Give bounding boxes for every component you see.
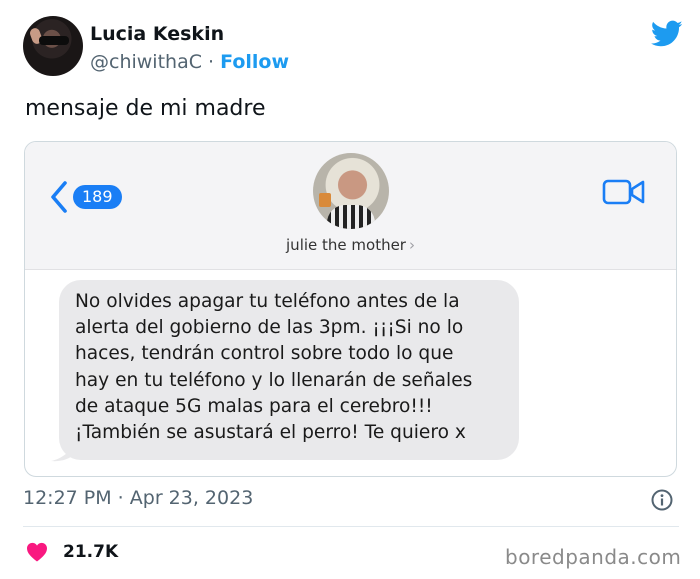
embedded-screenshot[interactable]: 189 julie the mother › No olvides apagar … [24, 141, 677, 477]
follow-button[interactable]: Follow [220, 51, 289, 73]
contact-avatar-shirt [327, 205, 375, 229]
message-bubble: No olvides apagar tu teléfono antes de l… [59, 280, 519, 460]
tweet-timestamp[interactable]: 12:27 PM · Apr 23, 2023 [23, 487, 253, 509]
author-handle[interactable]: @chiwithaC [90, 51, 202, 73]
message-text: No olvides apagar tu teléfono antes de l… [75, 291, 473, 444]
like-count: 21.7K [63, 542, 119, 562]
contact-name-row[interactable]: julie the mother › [25, 236, 676, 254]
avatar-sunglasses [39, 36, 69, 45]
back-button[interactable]: 189 [49, 180, 122, 214]
author-handle-row: @chiwithaC · Follow [90, 51, 289, 73]
twitter-bird-icon[interactable] [651, 20, 683, 48]
boredpanda-watermark: boredpanda.com [505, 545, 682, 569]
imessage-header: 189 julie the mother › [25, 142, 676, 270]
contact-avatar[interactable] [313, 153, 389, 229]
contact-avatar-cup [319, 193, 331, 207]
contact-name: julie the mother [286, 236, 406, 254]
video-camera-icon[interactable] [602, 178, 646, 206]
like-button[interactable]: 21.7K [26, 540, 118, 564]
contact-chevron-icon: › [408, 236, 415, 254]
tweet-text: mensaje de mi madre [25, 96, 266, 121]
handle-separator: · [208, 51, 215, 73]
tweet-header: Lucia Keskin @chiwithaC · Follow [23, 16, 683, 82]
back-chevron-icon [51, 181, 67, 213]
unread-count-badge: 189 [73, 185, 122, 209]
author-avatar[interactable] [23, 16, 83, 76]
heart-icon [27, 542, 47, 562]
divider [23, 526, 679, 527]
info-icon[interactable] [651, 489, 673, 511]
author-name[interactable]: Lucia Keskin [90, 23, 224, 45]
